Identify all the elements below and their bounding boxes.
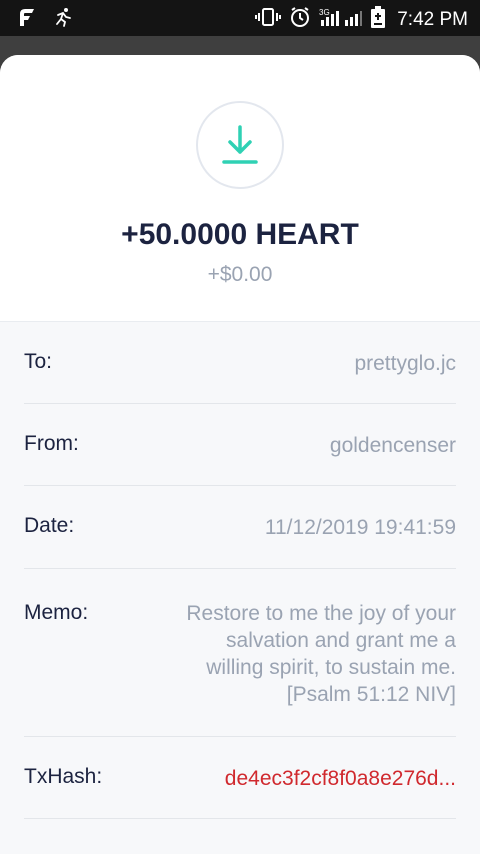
- transaction-details: To: prettyglo.jc From: goldencenser Date…: [0, 321, 480, 854]
- alarm-icon: [289, 6, 311, 33]
- svg-text:3G: 3G: [319, 8, 330, 17]
- clock-time: 7:42 PM: [397, 8, 468, 30]
- date-value: 11/12/2019 19:41:59: [264, 516, 456, 539]
- running-icon: [52, 6, 74, 33]
- download-icon-badge: [196, 101, 284, 189]
- transaction-amount: +50.0000 HEART: [121, 218, 359, 251]
- transaction-sheet: +50.0000 HEART +$0.00 To: prettyglo.jc F…: [0, 55, 480, 854]
- memo-value: Restore to me the joy of your salvation …: [186, 602, 456, 706]
- download-icon: [222, 125, 258, 164]
- date-label: Date:: [24, 514, 75, 537]
- detail-row-from: From: goldencenser: [24, 404, 456, 486]
- app-icon: [16, 6, 38, 33]
- status-bar: 3G 7:42 PM: [0, 0, 480, 36]
- vibrate-icon: [255, 6, 282, 33]
- to-label: To:: [24, 350, 53, 373]
- txhash-link[interactable]: de4ec3f2cf8f0a8e276d...: [225, 765, 456, 792]
- txhash-label: TxHash:: [24, 765, 103, 788]
- from-value[interactable]: goldencenser: [330, 432, 456, 459]
- detail-row-to: To: prettyglo.jc: [24, 322, 456, 404]
- memo-label: Memo:: [24, 601, 89, 624]
- to-value[interactable]: prettyglo.jc: [354, 350, 456, 377]
- transaction-header: +50.0000 HEART +$0.00: [0, 55, 480, 321]
- signal-icon: 3G: [319, 6, 363, 33]
- from-label: From:: [24, 432, 79, 455]
- detail-row-date: Date: 11/12/2019 19:41:59: [24, 486, 456, 569]
- detail-row-txhash: TxHash: de4ec3f2cf8f0a8e276d...: [24, 737, 456, 819]
- detail-row-memo: Memo: Restore to me the joy of your salv…: [24, 569, 456, 737]
- fiat-amount: +$0.00: [207, 263, 273, 286]
- battery-icon: [371, 6, 386, 33]
